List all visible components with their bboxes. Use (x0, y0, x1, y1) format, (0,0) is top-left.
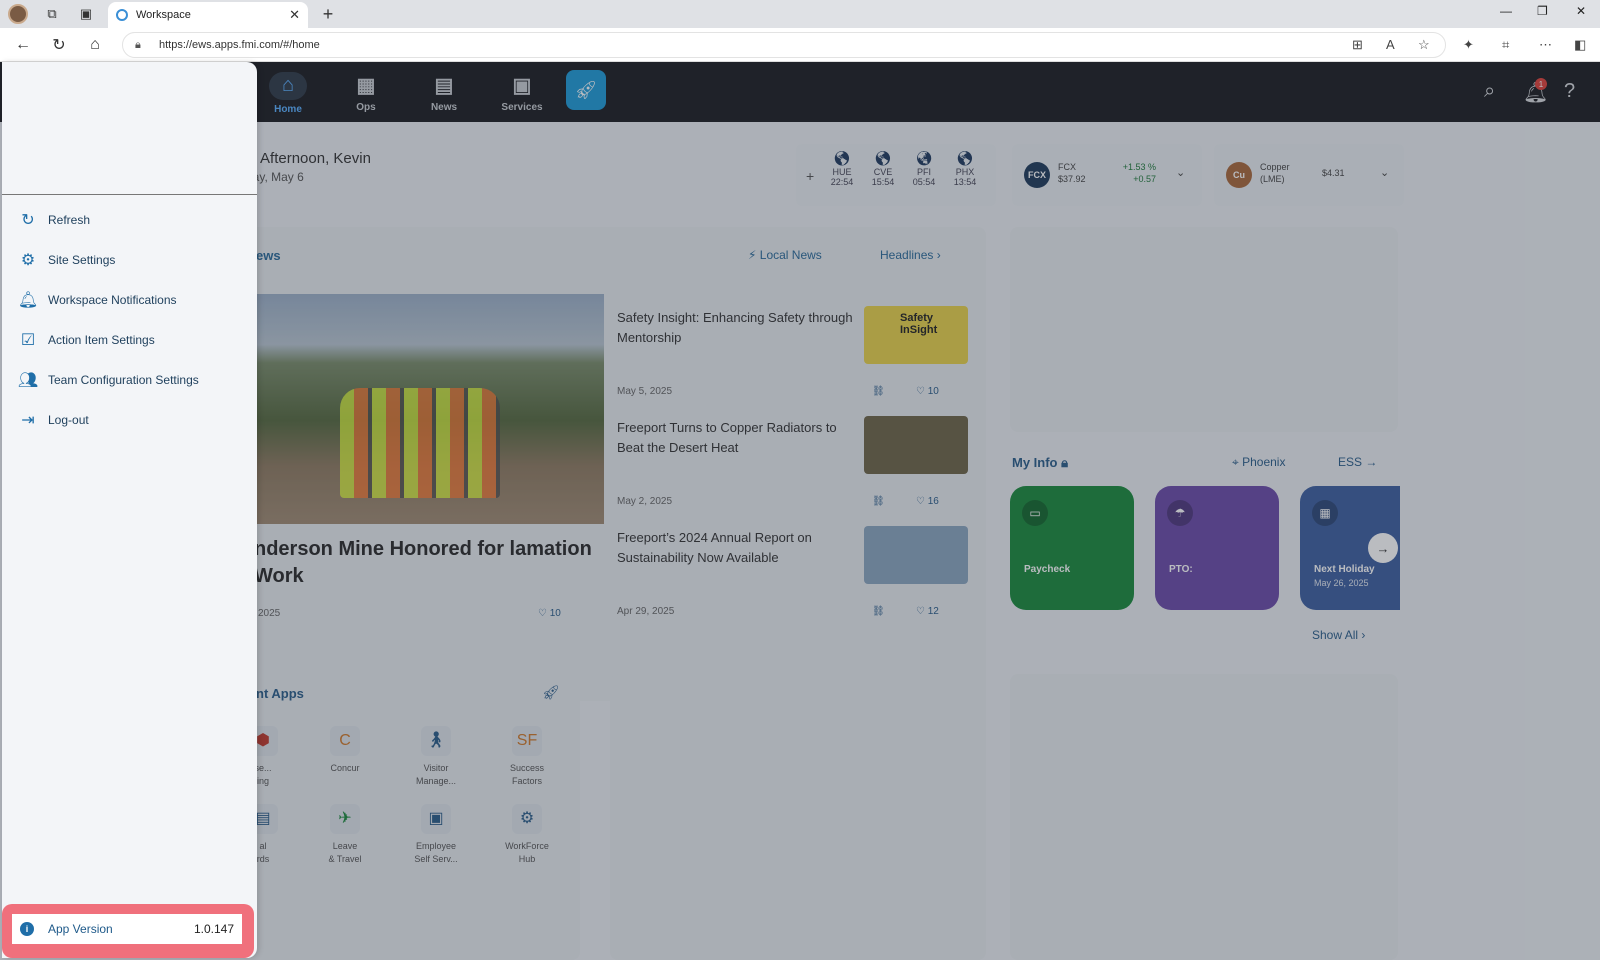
browser-tab-bar: ⧉ ▣ Workspace ✕ + — ❐ ✕ (0, 0, 1600, 28)
menu-item-label: Team Configuration Settings (48, 373, 199, 387)
new-tab-button[interactable]: + (318, 4, 338, 24)
side-drawer: ↻ Refresh ⚙︎ Site Settings 🔔︎ Workspace … (2, 62, 257, 958)
close-window-button[interactable]: ✕ (1576, 4, 1586, 18)
home-button[interactable]: ⌂ (84, 34, 106, 56)
menu-item-action-item-settings[interactable]: ☑︎ Action Item Settings (16, 328, 246, 352)
app-version-value: 1.0.147 (193, 922, 234, 936)
tab-actions-icon[interactable]: ▣ (76, 4, 96, 24)
collections-icon[interactable]: ⧉ (42, 4, 62, 24)
menu-item-label: Action Item Settings (48, 333, 155, 347)
address-bar-row: ← ↻ ⌂ 🔒︎ https://ews.apps.fmi.com/#/home… (0, 28, 1600, 62)
app-version-highlight: i App Version 1.0.147 (2, 904, 254, 958)
more-menu-icon[interactable]: ⋯ (1539, 37, 1552, 53)
info-icon: i (20, 922, 34, 936)
menu-item-label: Refresh (48, 213, 91, 227)
menu-item-workspace-notifications[interactable]: 🔔︎ Workspace Notifications (16, 288, 246, 312)
refresh-icon: ↻ (21, 212, 35, 229)
app-version-label: App Version (48, 922, 113, 936)
minimize-button[interactable]: — (1500, 4, 1512, 18)
read-aloud-icon[interactable]: A (1386, 37, 1395, 52)
drawer-divider (2, 194, 257, 195)
url-field[interactable]: 🔒︎ https://ews.apps.fmi.com/#/home (122, 32, 1446, 58)
lock-icon: 🔒︎ (135, 38, 141, 51)
menu-item-site-settings[interactable]: ⚙︎ Site Settings (16, 248, 246, 272)
tab-title: Workspace (136, 9, 191, 21)
profile-avatar[interactable] (8, 4, 28, 24)
apps-icon[interactable]: ⊞ (1352, 37, 1363, 53)
logout-icon: ⇥ (21, 412, 35, 429)
menu-item-label: Site Settings (48, 253, 116, 267)
calendar-check-icon: ☑︎ (20, 332, 36, 349)
favorite-star-icon[interactable]: ☆ (1418, 37, 1430, 53)
menu-item-label: Workspace Notifications (48, 293, 177, 307)
sidebar-toggle-icon[interactable]: ◧ (1574, 37, 1586, 53)
favicon-icon (116, 9, 128, 21)
url-text: https://ews.apps.fmi.com/#/home (159, 39, 320, 51)
app-version-row: i App Version 1.0.147 (12, 914, 242, 944)
browser-tab[interactable]: Workspace ✕ (108, 2, 308, 28)
menu-item-refresh[interactable]: ↻ Refresh (16, 208, 246, 232)
restore-button[interactable]: ❐ (1537, 4, 1548, 18)
users-icon: 👥︎ (17, 372, 39, 389)
menu-item-log-out[interactable]: ⇥ Log-out (16, 408, 246, 432)
bell-icon: 🔔︎ (17, 292, 39, 309)
extensions-icon[interactable]: ✦ (1463, 37, 1474, 53)
menu-item-team-configuration-settings[interactable]: 👥︎ Team Configuration Settings (16, 368, 246, 392)
gear-icon: ⚙︎ (20, 252, 36, 269)
reload-button[interactable]: ↻ (48, 34, 70, 56)
close-tab-icon[interactable]: ✕ (289, 7, 300, 23)
screenshot-icon[interactable]: ⌗ (1502, 37, 1509, 53)
back-button[interactable]: ← (12, 34, 34, 56)
menu-item-label: Log-out (48, 413, 89, 427)
